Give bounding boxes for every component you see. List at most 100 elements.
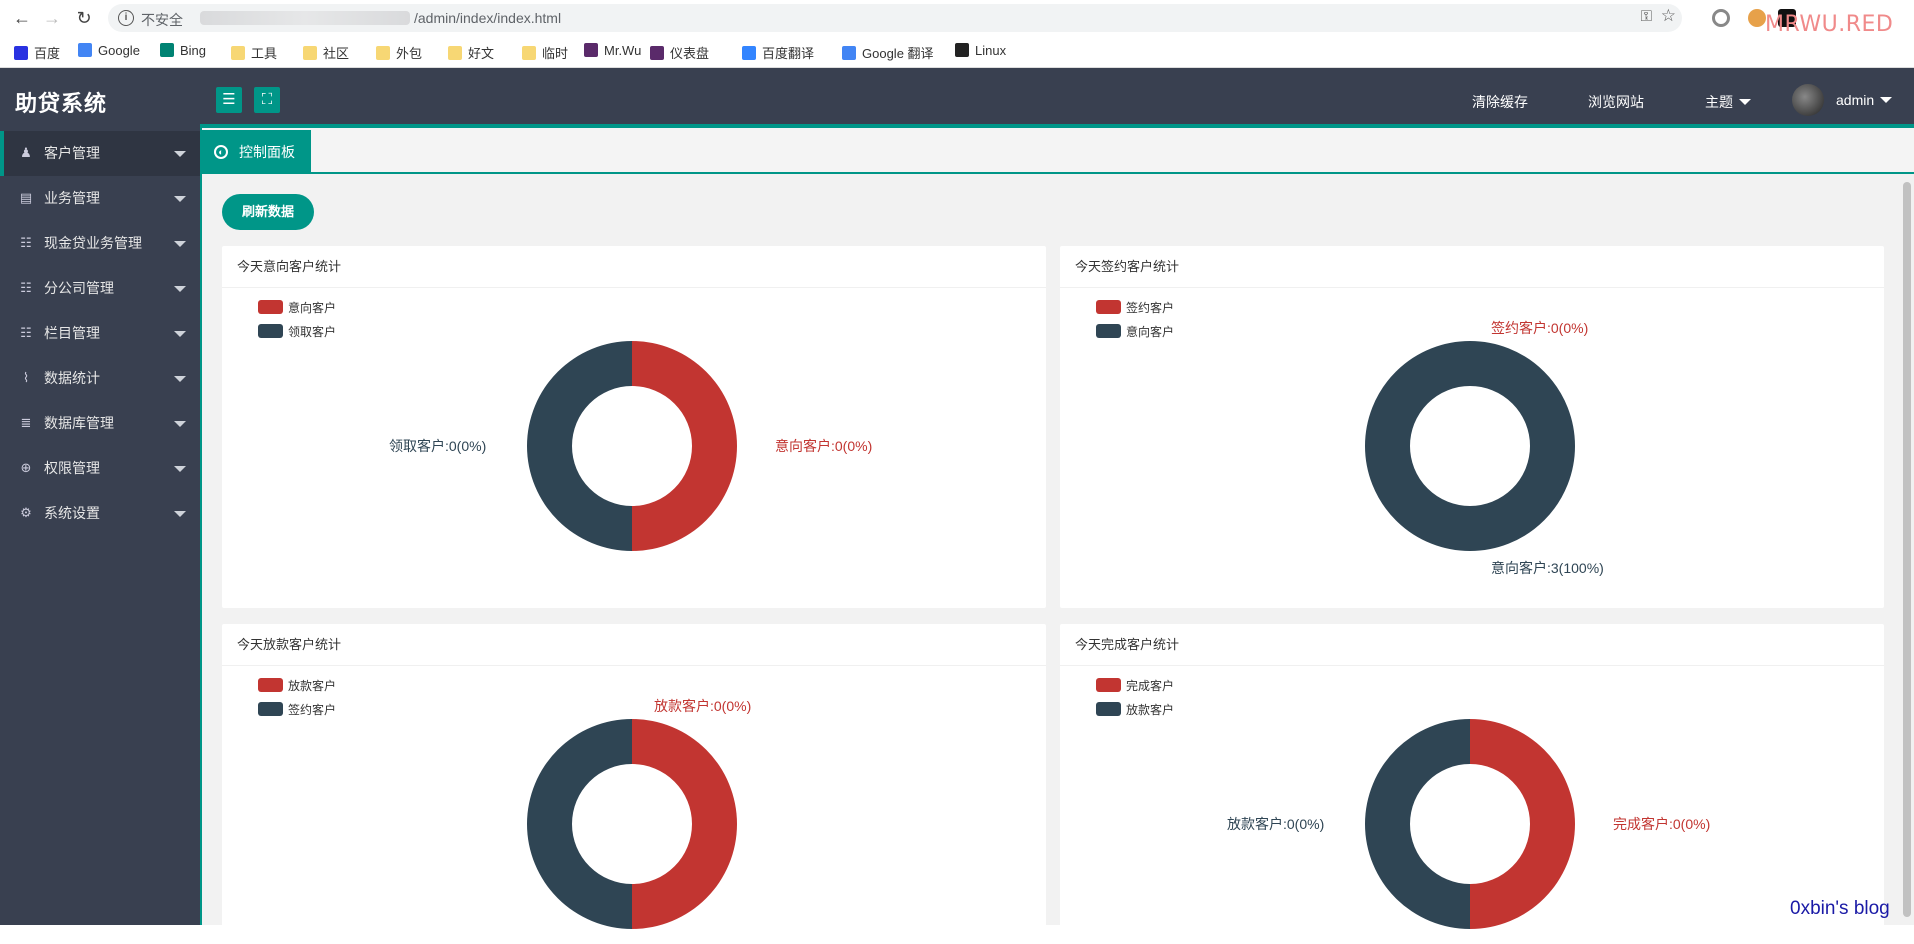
sidebar-item-2[interactable]: ☷ 现金贷业务管理 [0, 221, 200, 266]
forward-icon[interactable]: → [40, 6, 64, 30]
clear-cache-link[interactable]: 清除缓存 [1472, 92, 1528, 112]
bookmark-label: 社区 [323, 46, 350, 61]
bookmark-label: 好文 [468, 46, 495, 61]
sidebar-item-7[interactable]: ⊕ 权限管理 [0, 446, 200, 491]
caret-down-icon [174, 241, 186, 247]
baidu-icon [14, 46, 28, 60]
pie-slice[interactable] [1365, 719, 1470, 929]
refresh-button[interactable]: 刷新数据 [222, 194, 314, 230]
extension-icon[interactable] [1712, 9, 1730, 27]
caret-down-icon [174, 511, 186, 517]
tab-dashboard[interactable]: ◐ 控制面板 [200, 130, 311, 174]
sidebar-item-1[interactable]: ▤ 业务管理 [0, 176, 200, 221]
bookmark-dashboard[interactable]: 仪表盘 [650, 43, 709, 62]
address-bar[interactable]: i 不安全 /admin/index/index.html ⚿ ☆ [108, 4, 1682, 32]
chart-icon: ⌇ [22, 370, 30, 385]
bookmark-label: 仪表盘 [670, 46, 710, 61]
chart-panel-signed: 今天签约客户统计 签约客户 意向客户 签约客户:0(0%) 意向客户:3(100… [1060, 246, 1884, 608]
pie-slice[interactable] [527, 341, 632, 551]
bookmark-label: 工具 [251, 46, 278, 61]
sidebar-item-6[interactable]: ≣ 数据库管理 [0, 401, 200, 446]
fullscreen-button[interactable]: ⛶ [254, 87, 280, 113]
gear-icon: ⚙ [20, 505, 32, 520]
page-scrollbar[interactable] [1900, 174, 1914, 925]
donut-chart [527, 719, 737, 929]
user-menu[interactable]: admin [1836, 92, 1893, 108]
pie-slice[interactable] [527, 719, 632, 929]
avatar[interactable] [1792, 84, 1824, 116]
bookmark-mrwu[interactable]: Mr.Wu [584, 43, 641, 58]
google-translate-icon [842, 46, 856, 60]
sidebar-item-3[interactable]: ☷ 分公司管理 [0, 266, 200, 311]
bookmark-label: 外包 [396, 46, 423, 61]
sidebar-item-5[interactable]: ⌇ 数据统计 [0, 356, 200, 401]
back-icon[interactable]: ← [10, 6, 34, 30]
legend-item[interactable]: 完成客户 [1096, 678, 1174, 702]
bookmark-folder[interactable]: 社区 [303, 43, 349, 62]
legend-item[interactable]: 签约客户 [258, 702, 336, 726]
chart-legend: 放款客户 签约客户 [258, 678, 336, 726]
bookmark-google[interactable]: Google [78, 43, 140, 58]
caret-down-icon [174, 196, 186, 202]
sidebar: 助贷系统 ♟ 客户管理 ▤ 业务管理 ☷ 现金贷业务管理 ☷ 分公司管理 ☷ 栏目管理 ⌇ 数据统计 ≣… [0, 68, 200, 925]
sidebar-item-8[interactable]: ⚙ 系统设置 [0, 491, 200, 536]
bookmark-folder[interactable]: 临时 [522, 43, 568, 62]
key-icon[interactable]: ⚿ [1641, 8, 1652, 25]
redacted-host [200, 11, 410, 25]
pie-slice[interactable] [632, 719, 737, 929]
bookmark-bt[interactable]: Linux [955, 43, 1006, 58]
menu-toggle-button[interactable]: ☰ [216, 87, 242, 113]
bookmark-folder[interactable]: 好文 [448, 43, 494, 62]
legend-item[interactable]: 放款客户 [1096, 702, 1174, 726]
donut-chart [1365, 341, 1575, 551]
pie-slice[interactable] [1365, 341, 1575, 551]
bookmark-google-translate[interactable]: Google 翻译 [842, 43, 934, 62]
bookmark-label: Mr.Wu [604, 43, 642, 58]
bookmark-baidu[interactable]: 百度 [14, 43, 60, 62]
data-label: 完成客户:0(0%) [1613, 816, 1711, 832]
bookmark-folder[interactable]: 外包 [376, 43, 422, 62]
legend-item[interactable]: 签约客户 [1096, 300, 1174, 324]
sidebar-item-label: 系统设置 [44, 505, 100, 521]
legend-item[interactable]: 意向客户 [1096, 324, 1174, 348]
legend-swatch [1096, 678, 1121, 692]
data-label: 签约客户:0(0%) [1491, 320, 1589, 336]
legend-label: 放款客户 [288, 679, 337, 693]
caret-down-icon [174, 421, 186, 427]
sidebar-item-0[interactable]: ♟ 客户管理 [0, 131, 200, 176]
folder-icon [522, 46, 536, 60]
data-label: 意向客户:3(100%) [1491, 560, 1604, 576]
bookmark-label: Linux [975, 43, 1007, 58]
pie-slice[interactable] [1470, 719, 1575, 929]
sidebar-item-4[interactable]: ☷ 栏目管理 [0, 311, 200, 356]
app: 助贷系统 ♟ 客户管理 ▤ 业务管理 ☷ 现金贷业务管理 ☷ 分公司管理 ☷ 栏目管理 ⌇ 数据统计 ≣… [0, 68, 1914, 944]
caret-down-icon [174, 331, 186, 337]
scrollbar-thumb[interactable] [1903, 182, 1911, 917]
legend-label: 意向客户 [1126, 325, 1175, 339]
reload-icon[interactable]: ↻ [72, 6, 96, 30]
legend-item[interactable]: 意向客户 [258, 300, 336, 324]
bookmark-folder[interactable]: 工具 [231, 43, 277, 62]
pie-slice[interactable] [632, 341, 737, 551]
legend-item[interactable]: 放款客户 [258, 678, 336, 702]
bookmark-star-icon[interactable]: ☆ [1661, 6, 1676, 26]
browse-site-link[interactable]: 浏览网站 [1588, 92, 1644, 112]
bookmark-label: Bing [180, 43, 207, 58]
chart-panel-loan: 今天放款客户统计 放款客户 签约客户 放款客户:0(0%) [222, 624, 1046, 944]
theme-label: 主题 [1705, 94, 1733, 110]
info-icon[interactable]: i [118, 10, 134, 26]
document-icon: ▤ [19, 190, 33, 205]
list-icon: ☷ [20, 235, 32, 250]
folder-icon [231, 46, 245, 60]
bookmark-bing[interactable]: Bing [160, 43, 206, 58]
dashboard-icon [650, 46, 664, 60]
insecure-label: 不安全 [141, 12, 183, 28]
cookie-icon[interactable] [1748, 9, 1766, 27]
donut-chart [527, 341, 737, 551]
url-path: /admin/index/index.html [414, 10, 562, 26]
bookmark-baidu-translate[interactable]: 百度翻译 [742, 43, 814, 62]
folder-icon [303, 46, 317, 60]
theme-menu[interactable]: 主题 [1705, 92, 1751, 112]
bing-icon [160, 43, 174, 57]
legend-item[interactable]: 领取客户 [258, 324, 336, 348]
